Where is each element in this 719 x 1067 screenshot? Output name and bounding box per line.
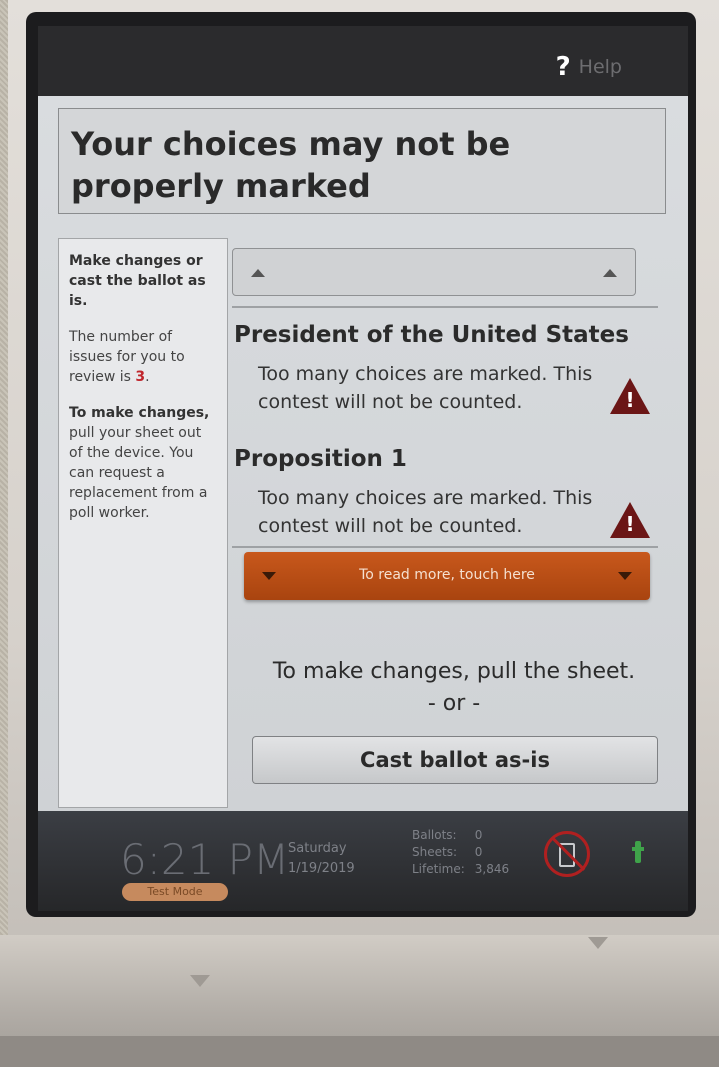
sheets-label: Sheets: [412,845,457,859]
background-edge [0,0,8,1067]
warning-mark: ! [625,512,635,536]
contest-item: President of the United States Too many … [234,322,654,416]
issue-count-text: The number of issues for you to review i… [69,327,217,387]
scroll-down-icon [618,572,632,580]
instructions-sidebar: Make changes or cast the ballot as is. T… [58,238,228,808]
bezel-notch [190,975,210,987]
change-instructions: To make changes, pull your sheet out of … [69,403,217,523]
page-title-box: Your choices may not be properly marked [58,108,666,214]
lifetime-label: Lifetime: [412,862,465,876]
contest-title: President of the United States [234,322,629,348]
page-title: Your choices may not be properly marked [71,125,511,205]
scroll-up-icon [603,269,617,277]
scroll-up-button[interactable] [232,248,636,296]
test-mode-badge: Test Mode [122,883,228,901]
warning-mark: ! [625,388,635,412]
divider [232,306,658,308]
lifetime-value: 3,846 [474,862,510,876]
bezel-notch [588,937,608,949]
read-more-button[interactable]: To read more, touch here [244,552,650,600]
contest-message: Too many choices are marked. This contes… [258,363,593,413]
ballots-label: Ballots: [412,828,457,842]
read-more-label: To read more, touch here [359,567,535,583]
scroll-up-icon [251,269,265,277]
contest-message: Too many choices are marked. This contes… [258,487,593,537]
clock: 6:21 PM [120,835,290,884]
issue-count-prefix: The number of issues for you to review i… [69,329,185,385]
device-base [0,1036,719,1067]
instructions-line: To make changes, pull the sheet. [272,659,636,684]
no-device-icon [544,831,590,877]
sheets-value: 0 [474,845,483,859]
change-instructions-text: pull your sheet out of the device. You c… [69,425,208,521]
next-step-instructions: To make changes, pull the sheet. - or - [234,656,674,720]
help-button[interactable]: ? Help [556,52,622,82]
top-bar: ? Help [38,26,688,96]
status-bar: 6:21 PM Test Mode Saturday 1/19/2019 Bal… [38,811,688,911]
day-label: Saturday [288,841,347,856]
ballots-value: 0 [474,828,483,842]
contest-title: Proposition 1 [234,446,407,472]
main-content: Your choices may not be properly marked … [38,96,688,811]
power-plug-icon [632,841,644,863]
sidebar-heading: Make changes or cast the ballot as is. [69,253,206,309]
help-label: Help [578,56,622,78]
voting-screen: ? Help Your choices may not be properly … [38,26,688,911]
contest-item: Proposition 1 Too many choices are marke… [234,446,654,540]
date-display: Saturday 1/19/2019 [288,839,355,879]
issue-count-value: 3 [135,369,146,385]
help-icon: ? [555,52,571,82]
ballot-counters: Ballots: 0 Sheets: 0 Lifetime: 3,846 [412,827,509,878]
change-instructions-bold: To make changes, [69,405,210,421]
issue-count-suffix: . [145,369,150,385]
divider [232,546,658,548]
or-separator: - or - [427,691,481,716]
cast-ballot-button[interactable]: Cast ballot as-is [252,736,658,784]
date-label: 1/19/2019 [288,861,355,876]
